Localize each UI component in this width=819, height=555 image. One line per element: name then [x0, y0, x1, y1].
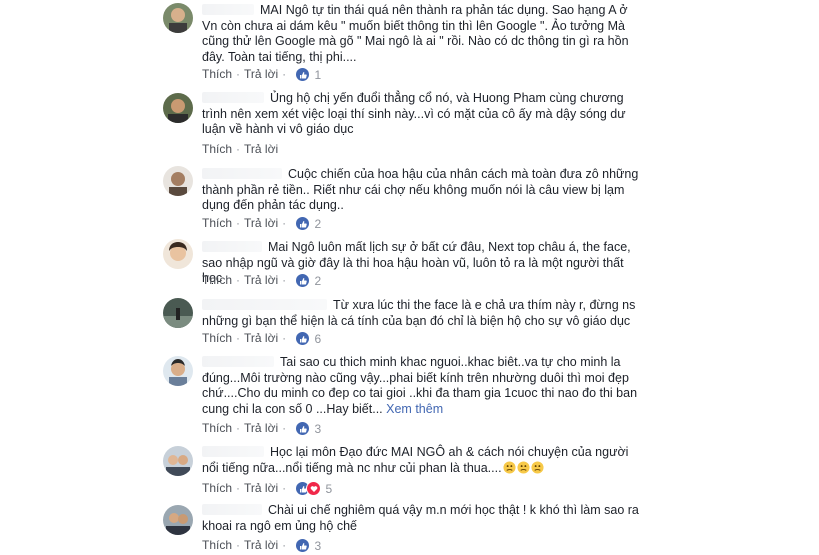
separator: ·: [236, 216, 241, 230]
like-reaction-icon: [295, 538, 311, 554]
separator: ·: [282, 538, 287, 552]
reaction-count: 5: [325, 481, 333, 496]
reply-link[interactable]: Trả lời: [244, 421, 278, 435]
reaction-summary[interactable]: 1: [295, 67, 322, 83]
reply-link[interactable]: Trả lời: [244, 481, 278, 495]
comment-text: Học lại môn Đạo đức MAI NGÔ ah & cách nó…: [202, 445, 629, 475]
comment-text: Chài ui chế nghiêm quá vậy m.n mới học t…: [202, 503, 639, 533]
comment-body: Học lại môn Đạo đức MAI NGÔ ah & cách nó…: [202, 445, 642, 476]
separator: ·: [236, 142, 241, 156]
thinking-emoji-icon: [517, 460, 530, 474]
reaction-summary[interactable]: 6: [295, 331, 322, 347]
separator: ·: [282, 273, 287, 287]
like-reaction-icon: [295, 67, 311, 83]
author-name[interactable]: [202, 168, 282, 179]
like-link[interactable]: Thích: [202, 538, 232, 552]
separator: ·: [236, 421, 241, 435]
reply-link[interactable]: Trả lời: [244, 67, 278, 81]
comment-actions: Thích · Trả lời · 3: [202, 538, 322, 554]
avatar[interactable]: [163, 239, 193, 269]
comment-actions: Thích · Trả lời · 5: [202, 481, 333, 497]
comment-actions: Thích · Trả lời · 6: [202, 331, 322, 347]
like-link[interactable]: Thích: [202, 421, 232, 435]
separator: ·: [236, 331, 241, 345]
love-reaction-icon: [306, 481, 322, 497]
like-reaction-icon: [295, 273, 311, 289]
avatar[interactable]: [163, 298, 193, 328]
separator: ·: [236, 481, 241, 495]
like-link[interactable]: Thích: [202, 331, 232, 345]
author-name[interactable]: [202, 299, 327, 310]
avatar[interactable]: [163, 356, 193, 386]
separator: ·: [282, 481, 287, 495]
avatar[interactable]: [163, 166, 193, 196]
avatar[interactable]: [163, 446, 193, 476]
author-name[interactable]: [202, 241, 262, 252]
comment-actions: Thích · Trả lời · 2: [202, 273, 322, 289]
separator: ·: [282, 216, 287, 230]
separator: ·: [236, 538, 241, 552]
like-link[interactable]: Thích: [202, 67, 232, 81]
comment-text: MAI Ngô tự tin thái quá nên thành ra phả…: [202, 3, 629, 64]
comment-body: MAI Ngô tự tin thái quá nên thành ra phả…: [202, 3, 642, 65]
like-link[interactable]: Thích: [202, 273, 232, 287]
reply-link[interactable]: Trả lời: [244, 273, 278, 287]
reaction-count: 3: [314, 538, 322, 553]
separator: ·: [282, 67, 287, 81]
reaction-summary[interactable]: 3: [295, 538, 322, 554]
reaction-summary[interactable]: 2: [295, 273, 322, 289]
reaction-summary[interactable]: 3: [295, 421, 322, 437]
see-more-link[interactable]: Xem thêm: [386, 402, 443, 416]
reply-link[interactable]: Trả lời: [244, 331, 278, 345]
like-link[interactable]: Thích: [202, 481, 232, 495]
like-link[interactable]: Thích: [202, 216, 232, 230]
separator: ·: [282, 331, 287, 345]
like-reaction-icon: [295, 421, 311, 437]
comment-actions: Thích · Trả lời: [202, 142, 278, 156]
comment-text: Ủng hộ chị yến đuổi thẳng cổ nó, và Huon…: [202, 91, 626, 136]
author-name[interactable]: [202, 92, 264, 103]
thinking-emoji-icon: [531, 460, 544, 474]
reaction-count: 6: [314, 331, 322, 346]
thinking-emoji-icon: [503, 460, 516, 474]
comment-actions: Thích · Trả lời · 2: [202, 216, 322, 232]
reply-link[interactable]: Trả lời: [244, 216, 278, 230]
comment-body: Cuộc chiến của hoa hậu của nhân cách mà …: [202, 167, 642, 214]
author-name[interactable]: [202, 4, 254, 15]
reply-link[interactable]: Trả lời: [244, 538, 278, 552]
separator: ·: [282, 421, 287, 435]
reaction-summary[interactable]: 5: [295, 481, 333, 497]
avatar[interactable]: [163, 3, 193, 33]
avatar[interactable]: [163, 93, 193, 123]
author-name[interactable]: [202, 446, 264, 457]
comment-body: Chài ui chế nghiêm quá vậy m.n mới học t…: [202, 503, 642, 534]
author-name[interactable]: [202, 504, 262, 515]
separator: ·: [236, 273, 241, 287]
comment-body: Ủng hộ chị yến đuổi thẳng cổ nó, và Huon…: [202, 91, 642, 138]
comment-body: Tai sao cu thich minh khac nguoi..khac b…: [202, 355, 642, 417]
comment-actions: Thích · Trả lời · 3: [202, 421, 322, 437]
reaction-count: 1: [314, 67, 322, 82]
reaction-count: 2: [314, 273, 322, 288]
author-name[interactable]: [202, 356, 274, 367]
separator: ·: [236, 67, 241, 81]
like-link[interactable]: Thích: [202, 142, 232, 156]
reaction-count: 3: [314, 421, 322, 436]
reply-link[interactable]: Trả lời: [244, 142, 278, 156]
reaction-count: 2: [314, 216, 322, 231]
comment-actions: Thích · Trả lời · 1: [202, 67, 322, 83]
like-reaction-icon: [295, 331, 311, 347]
like-reaction-icon: [295, 216, 311, 232]
reaction-summary[interactable]: 2: [295, 216, 322, 232]
avatar[interactable]: [163, 505, 193, 535]
comment-body: Từ xưa lúc thi the face là e chả ưa thím…: [202, 298, 642, 329]
